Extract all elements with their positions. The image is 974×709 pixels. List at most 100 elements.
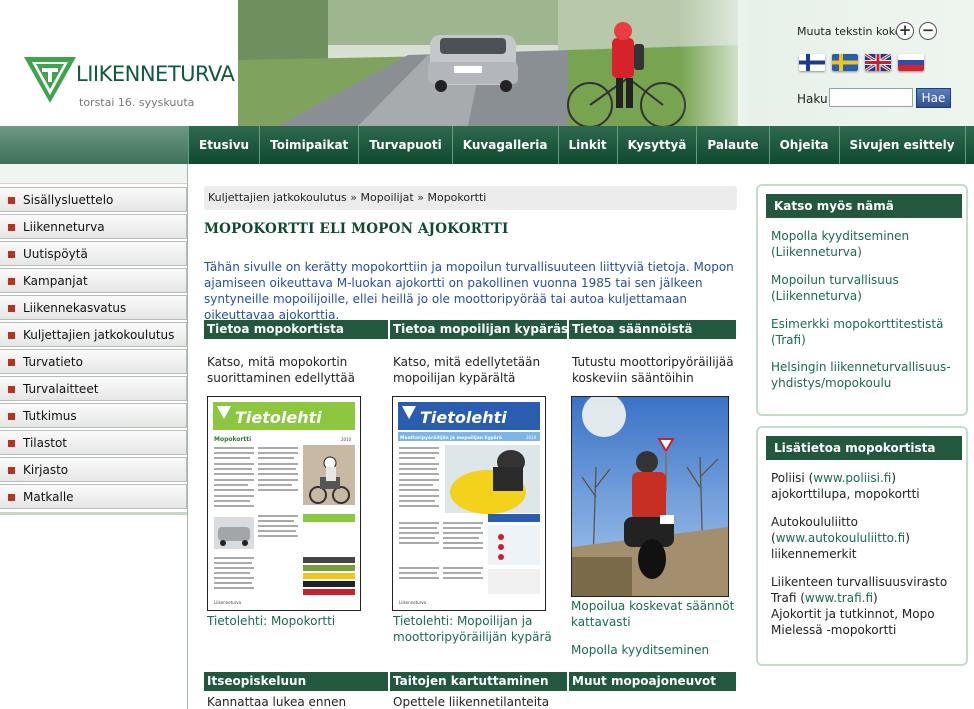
sidebar-item-kampanjat[interactable]: Kampanjat xyxy=(0,268,187,293)
sidebar-item-label: Uutispöytä xyxy=(23,247,88,261)
bullet-icon xyxy=(8,440,15,447)
sidebar-item-sisallysluettelo[interactable]: Sisällysluettelo xyxy=(0,187,187,212)
info-entry-link[interactable]: www.autokoululiitto.fi xyxy=(776,531,906,545)
section-header-muut-mopoajoneuvot: Muut mopoajoneuvot xyxy=(569,672,736,691)
uk-flag-icon[interactable] xyxy=(865,54,891,71)
bullet-icon xyxy=(8,467,15,474)
sidebar-item-matkalle[interactable]: Matkalle xyxy=(0,484,187,509)
see-also-link[interactable]: Esimerkki mopokorttitestistä (Trafi) xyxy=(771,316,961,348)
breadcrumb-separator: » xyxy=(350,191,358,204)
sidebar-item-label: Liikenneturva xyxy=(23,220,105,234)
russian-flag-icon[interactable] xyxy=(898,54,924,71)
see-also-title: Katso myös nämä xyxy=(766,194,962,218)
doc-title: Tietolehti xyxy=(420,408,507,427)
doc-year: 2010 xyxy=(526,435,537,440)
main-nav: Etusivu Toimipaikat Turvapuoti Kuvagalle… xyxy=(188,126,966,164)
bullet-icon xyxy=(8,494,15,501)
sidebar-item-uutispoyta[interactable]: Uutispöytä xyxy=(0,241,187,266)
sidebar-item-kuljettajien-jatkokoulutus[interactable]: Kuljettajien jatkokoulutus xyxy=(0,322,187,347)
doc-subtitle: Moottoripyöräilijän ja mopoilijan kypärä xyxy=(400,435,502,441)
more-info-box: Lisätietoa mopokortista Poliisi (www.pol… xyxy=(756,426,968,666)
info-entry-desc: ajokorttilupa, mopokortti xyxy=(771,487,920,501)
see-also-link[interactable]: Mopoilun turvallisuus (Liikenneturva) xyxy=(771,272,961,304)
mopoilua-saannot-link[interactable]: Mopoilua koskevat säännöt kattavasti xyxy=(571,598,736,630)
tietolehti-kypara-link[interactable]: Tietolehti: Mopoilijan ja moottoripyöräi… xyxy=(393,613,568,645)
section-header-itseopiskeluun: Itseopiskeluun xyxy=(204,672,388,691)
nav-item-palaute[interactable]: Palaute xyxy=(697,126,770,164)
sidebar-item-label: Kirjasto xyxy=(23,463,69,477)
bullet-icon xyxy=(8,278,15,285)
bullet-icon xyxy=(8,386,15,393)
tietolehti-kypara-thumbnail[interactable]: Tietolehti Moottoripyöräilijän ja mopoil… xyxy=(392,396,546,611)
sidebar-item-label: Tilastot xyxy=(23,436,67,450)
sidebar-bottom-rule xyxy=(0,512,187,515)
doc-footer: Liikenneturva xyxy=(214,600,242,605)
page-title: MOPOKORTTI ELI MOPON AJOKORTTI xyxy=(204,221,509,237)
see-also-link[interactable]: Helsingin liikenneturvallisuus-yhdistys/… xyxy=(771,359,961,391)
font-size-label: Muuta tekstin kokoa xyxy=(797,25,909,38)
nav-item-ohjeita[interactable]: Ohjeita xyxy=(770,126,840,164)
tietolehti-cover-image: Tietolehti Mopokortti 2010 Liikenneturva xyxy=(208,397,360,610)
sidebar-item-tilastot[interactable]: Tilastot xyxy=(0,430,187,455)
section-header-saannot: Tietoa säännöistä xyxy=(569,320,736,339)
left-sidebar: Sisällysluettelo Liikenneturva Uutispöyt… xyxy=(0,184,188,709)
section-text: Katso, mitä mopokortin suorittaminen ede… xyxy=(207,355,355,385)
breadcrumb-link[interactable]: Kuljettajien jatkokoulutus xyxy=(208,191,347,204)
section-text: Opettele liikennetilanteita xyxy=(393,695,550,709)
mopolla-kyyditseminen-link[interactable]: Mopolla kyyditseminen xyxy=(571,642,736,658)
info-entry-link[interactable]: www.trafi.fi xyxy=(805,591,873,605)
tietolehti-mopokortti-thumbnail[interactable]: Tietolehti Mopokortti 2010 Liikenneturva xyxy=(207,396,361,611)
liikenneturva-logo-icon xyxy=(24,57,76,103)
finnish-flag-icon[interactable] xyxy=(799,54,825,71)
nav-item-linkit[interactable]: Linkit xyxy=(559,126,618,164)
sidebar-item-turvatieto[interactable]: Turvatieto xyxy=(0,349,187,374)
sidebar-item-liikenneturva[interactable]: Liikenneturva xyxy=(0,214,187,239)
nav-item-toimipaikat[interactable]: Toimipaikat xyxy=(260,126,360,164)
nav-item-etusivu[interactable]: Etusivu xyxy=(188,126,261,164)
decrease-font-icon[interactable]: − xyxy=(919,22,937,40)
breadcrumb-link[interactable]: Mopoilijat xyxy=(361,191,414,204)
moped-rider-image xyxy=(572,393,728,597)
sidebar-item-label: Matkalle xyxy=(23,490,74,504)
section-header-kypara: Tietoa mopoilijan kypärästä xyxy=(390,320,567,339)
sidebar-item-tutkimus[interactable]: Tutkimus xyxy=(0,403,187,428)
info-entry-desc: Ajokortit ja tutkinnot, Mopo Mielessä -m… xyxy=(771,607,935,637)
bullet-icon xyxy=(8,251,15,258)
info-entry-link[interactable]: www.poliisi.fi xyxy=(813,471,891,485)
nav-item-sivujen-esittely[interactable]: Sivujen esittely xyxy=(840,126,966,164)
section-text: Tutustu moottoripyöräilijää koskeviin sä… xyxy=(572,355,734,385)
tietolehti-mopokortti-link[interactable]: Tietolehti: Mopokortti xyxy=(207,613,377,629)
increase-font-icon[interactable]: + xyxy=(896,22,914,40)
sidebar-item-label: Turvatieto xyxy=(23,355,83,369)
bullet-icon xyxy=(8,413,15,420)
sidebar-item-liikennekasvatus[interactable]: Liikennekasvatus xyxy=(0,295,187,320)
moped-rider-photo[interactable] xyxy=(571,393,729,597)
section-text: Katso, mitä edellytetään mopoilijan kypä… xyxy=(393,355,541,385)
header-photo xyxy=(238,0,738,126)
info-entry-name: Autokoululiitto xyxy=(771,515,859,529)
nav-item-kuvagalleria[interactable]: Kuvagalleria xyxy=(453,126,559,164)
see-also-link[interactable]: Mopolla kyyditseminen (Liikenneturva) xyxy=(771,228,961,260)
doc-year: 2010 xyxy=(341,437,352,442)
bullet-icon xyxy=(8,197,15,204)
info-entry: Autokoululiitto (www.autokoululiitto.fi)… xyxy=(771,515,910,561)
search-label: Haku xyxy=(797,92,828,106)
header-photo-image xyxy=(238,0,738,126)
doc-title: Tietolehti xyxy=(235,408,322,427)
sidebar-item-turvalaitteet[interactable]: Turvalaitteet xyxy=(0,376,187,401)
sidebar-item-label: Kampanjat xyxy=(23,274,88,288)
sidebar-item-label: Kuljettajien jatkokoulutus xyxy=(23,328,175,342)
nav-item-kysyttya[interactable]: Kysyttyä xyxy=(618,126,698,164)
sidebar-item-kirjasto[interactable]: Kirjasto xyxy=(0,457,187,482)
sidebar-item-label: Liikennekasvatus xyxy=(23,301,127,315)
breadcrumb-current: Mopokortti xyxy=(427,191,487,204)
section-header-taitojen-kartuttaminen: Taitojen kartuttaminen xyxy=(390,672,567,691)
tietolehti-cover-image: Tietolehti Moottoripyöräilijän ja mopoil… xyxy=(393,397,545,610)
search-input[interactable] xyxy=(829,88,913,107)
current-date: torstai 16. syyskuuta xyxy=(79,96,195,109)
swedish-flag-icon[interactable] xyxy=(832,54,858,71)
search-button[interactable]: Hae xyxy=(916,88,951,108)
bullet-icon xyxy=(8,332,15,339)
nav-item-turvapuoti[interactable]: Turvapuoti xyxy=(359,126,453,164)
section-text: Kannattaa lukea ennen xyxy=(207,695,347,709)
